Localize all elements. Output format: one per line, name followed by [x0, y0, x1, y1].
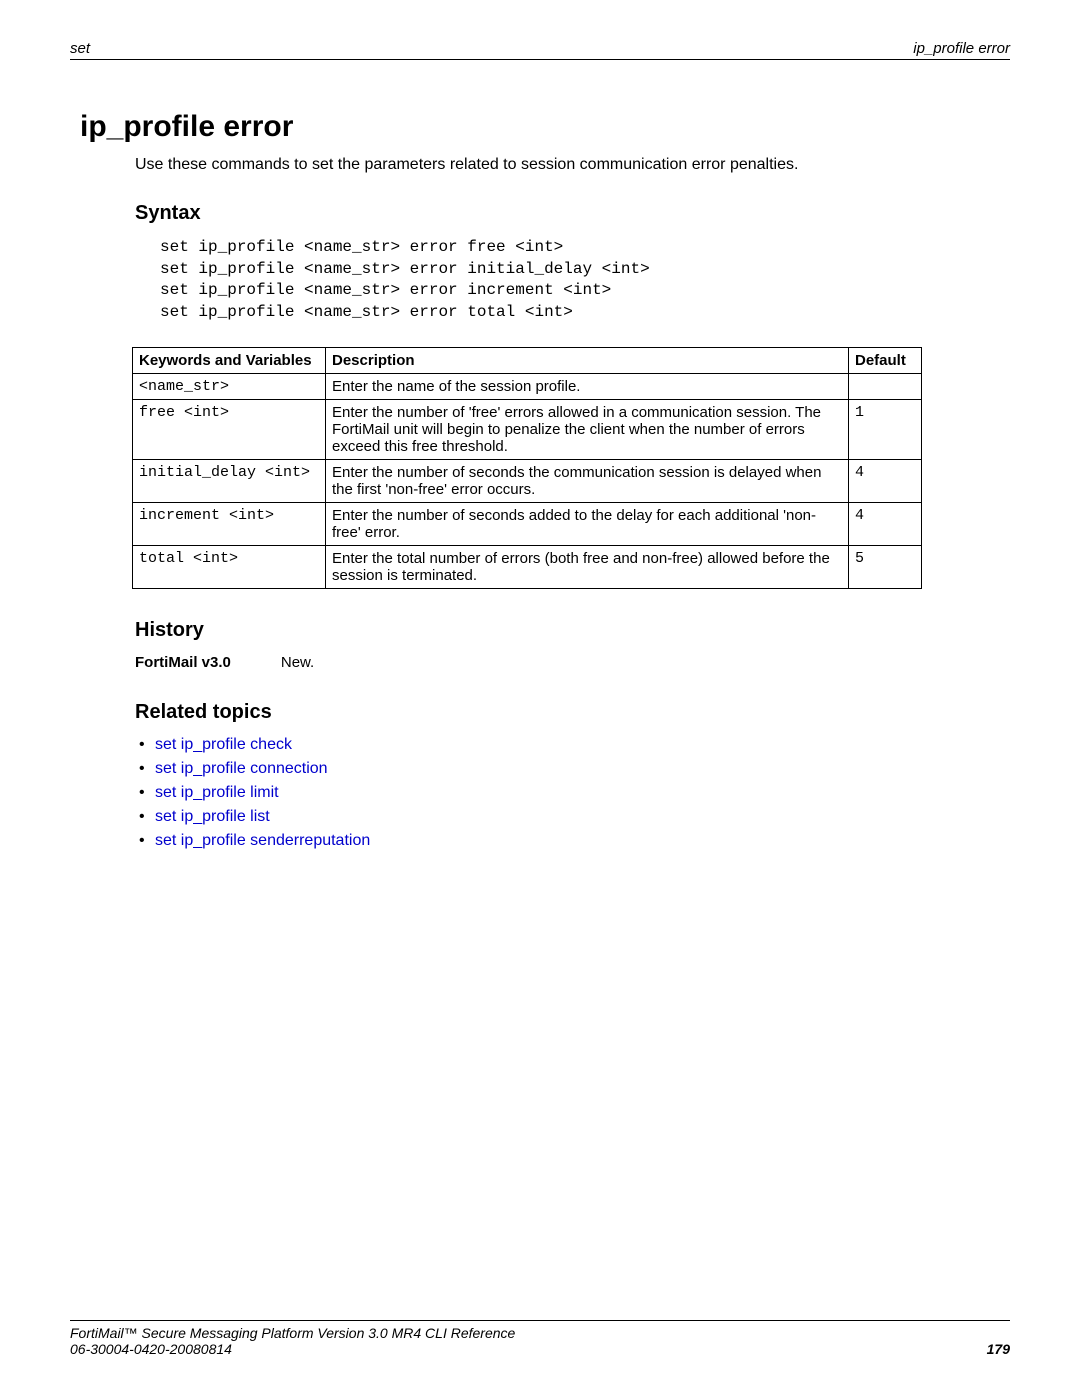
related-heading: Related topics	[135, 701, 1010, 724]
list-item: set ip_profile limit	[135, 784, 1010, 802]
cell-kw: increment <int>	[133, 503, 326, 546]
history-heading: History	[135, 619, 1010, 642]
cell-desc: Enter the name of the session profile.	[326, 374, 849, 400]
cell-def: 4	[849, 503, 922, 546]
related-link[interactable]: set ip_profile senderreputation	[155, 832, 370, 849]
cell-def: 1	[849, 400, 922, 460]
page-number: 179	[987, 1341, 1010, 1357]
cell-kw: total <int>	[133, 546, 326, 589]
related-link[interactable]: set ip_profile limit	[155, 784, 279, 801]
footer-line1: FortiMail™ Secure Messaging Platform Ver…	[70, 1325, 515, 1341]
footer-left: FortiMail™ Secure Messaging Platform Ver…	[70, 1325, 515, 1357]
list-item: set ip_profile list	[135, 808, 1010, 826]
th-description: Description	[326, 348, 849, 374]
th-default: Default	[849, 348, 922, 374]
footer-line2: 06-30004-0420-20080814	[70, 1341, 515, 1357]
history-version: FortiMail v3.0	[135, 654, 231, 671]
page: set ip_profile error ip_profile error Us…	[0, 0, 1080, 1397]
table-row: total <int> Enter the total number of er…	[133, 546, 922, 589]
cell-desc: Enter the number of seconds added to the…	[326, 503, 849, 546]
table-row: increment <int> Enter the number of seco…	[133, 503, 922, 546]
intro-paragraph: Use these commands to set the parameters…	[135, 156, 1010, 174]
header-right: ip_profile error	[913, 40, 1010, 57]
table-row: initial_delay <int> Enter the number of …	[133, 460, 922, 503]
list-item: set ip_profile connection	[135, 760, 1010, 778]
list-item: set ip_profile check	[135, 736, 1010, 754]
related-link[interactable]: set ip_profile check	[155, 736, 292, 753]
table-row: <name_str> Enter the name of the session…	[133, 374, 922, 400]
cell-desc: Enter the number of seconds the communic…	[326, 460, 849, 503]
cell-def: 4	[849, 460, 922, 503]
list-item: set ip_profile senderreputation	[135, 832, 1010, 850]
history-status: New.	[281, 654, 314, 671]
table-row: free <int> Enter the number of 'free' er…	[133, 400, 922, 460]
cell-desc: Enter the number of 'free' errors allowe…	[326, 400, 849, 460]
keywords-table: Keywords and Variables Description Defau…	[132, 347, 922, 589]
related-link[interactable]: set ip_profile connection	[155, 760, 328, 777]
related-list: set ip_profile check set ip_profile conn…	[135, 736, 1010, 850]
cell-kw: <name_str>	[133, 374, 326, 400]
th-keywords: Keywords and Variables	[133, 348, 326, 374]
related-link[interactable]: set ip_profile list	[155, 808, 270, 825]
history-entry: FortiMail v3.0 New.	[135, 654, 1010, 671]
header-left: set	[70, 40, 90, 57]
cell-def	[849, 374, 922, 400]
syntax-heading: Syntax	[135, 202, 1010, 225]
table-header-row: Keywords and Variables Description Defau…	[133, 348, 922, 374]
cell-desc: Enter the total number of errors (both f…	[326, 546, 849, 589]
syntax-block: set ip_profile <name_str> error free <in…	[160, 237, 1010, 323]
page-footer: FortiMail™ Secure Messaging Platform Ver…	[70, 1320, 1010, 1357]
cell-kw: initial_delay <int>	[133, 460, 326, 503]
cell-def: 5	[849, 546, 922, 589]
cell-kw: free <int>	[133, 400, 326, 460]
page-title: ip_profile error	[80, 110, 1010, 144]
running-header: set ip_profile error	[70, 40, 1010, 60]
